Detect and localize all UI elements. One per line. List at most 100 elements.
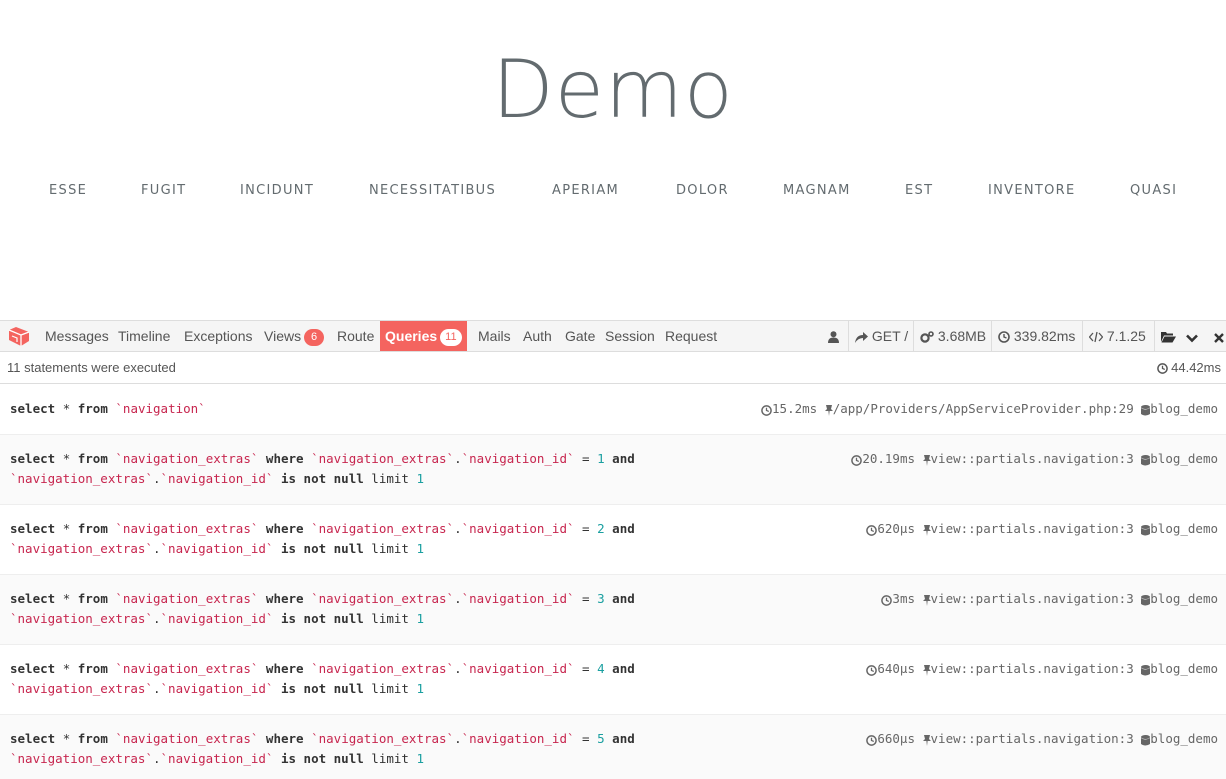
sql-token: = bbox=[582, 451, 590, 466]
query-connection: blog_demo bbox=[1150, 591, 1218, 606]
sql-number: 1 bbox=[416, 541, 424, 556]
user-status[interactable] bbox=[822, 321, 839, 351]
sql-keyword: is bbox=[280, 681, 297, 696]
tab-exceptions[interactable]: Exceptions bbox=[184, 321, 252, 351]
sql-keyword: select bbox=[10, 591, 56, 606]
query-statement[interactable]: select * from `navigation_extras` where … bbox=[0, 575, 1226, 645]
nav-link-incidunt[interactable]: Incidunt bbox=[240, 181, 314, 201]
query-statement[interactable]: select * from `navigation_extras` where … bbox=[0, 505, 1226, 575]
tab-timeline[interactable]: Timeline bbox=[118, 321, 170, 351]
clock-icon bbox=[866, 661, 878, 681]
sql-keyword: null bbox=[333, 751, 364, 766]
route-status[interactable]: GET / bbox=[848, 321, 908, 351]
thumbtack-icon bbox=[922, 521, 931, 541]
sql-token: * bbox=[62, 591, 71, 606]
sql-identifier: `navigation_extras` bbox=[10, 611, 153, 626]
query-statement[interactable]: select * from `navigation_extras` where … bbox=[0, 715, 1226, 779]
laravel-logo-icon[interactable] bbox=[8, 327, 30, 347]
nav-link-inventore[interactable]: Inventore bbox=[988, 181, 1076, 201]
query-meta: 3ms view::partials.navigation:3 blog_dem… bbox=[881, 589, 1218, 609]
sql-identifier: `navigation_extras` bbox=[115, 521, 259, 536]
query-statement[interactable]: select * from `navigation` 15.2ms /app/P… bbox=[0, 385, 1226, 435]
memory-status[interactable]: 3.68MB bbox=[913, 321, 986, 351]
tab-auth[interactable]: Auth bbox=[523, 321, 552, 351]
query-connection: blog_demo bbox=[1150, 731, 1218, 746]
share-icon bbox=[855, 323, 868, 353]
sql-identifier: `navigation_id` bbox=[160, 681, 274, 696]
sql-keyword: from bbox=[77, 401, 108, 416]
sql-number: 1 bbox=[416, 471, 424, 486]
nav-link-necessitatibus[interactable]: Necessitatibus bbox=[369, 181, 496, 201]
sql-text: select * from `navigation_extras` where … bbox=[10, 449, 710, 489]
php-version-status[interactable]: 7.1.25 bbox=[1082, 321, 1146, 351]
sql-token: . bbox=[153, 681, 161, 696]
tab-gate[interactable]: Gate bbox=[565, 321, 595, 351]
debugbar-header: Messages Timeline Exceptions Views 6 Rout… bbox=[0, 321, 1226, 352]
query-duration: 660μs bbox=[877, 731, 915, 746]
sql-keyword: is bbox=[280, 541, 297, 556]
nav-link-est[interactable]: Est bbox=[905, 181, 933, 201]
main-navigation: Esse Fugit Incidunt Necessitatibus Aperi… bbox=[0, 181, 1226, 201]
sql-keyword: null bbox=[333, 681, 364, 696]
nav-link-quasi[interactable]: Quasi bbox=[1130, 181, 1177, 201]
nav-link-magnam[interactable]: Magnam bbox=[783, 181, 851, 201]
tab-queries[interactable]: Queries 11 bbox=[380, 321, 467, 351]
query-meta: 660μs view::partials.navigation:3 blog_d… bbox=[866, 729, 1218, 749]
nav-link-fugit[interactable]: Fugit bbox=[141, 181, 186, 201]
close-icon[interactable] bbox=[1213, 323, 1224, 353]
query-connection: blog_demo bbox=[1150, 401, 1218, 416]
sql-identifier: `navigation_id` bbox=[461, 661, 575, 676]
sql-identifier: `navigation` bbox=[115, 401, 206, 416]
site-title: Demo bbox=[492, 43, 734, 136]
sql-number: 1 bbox=[416, 751, 424, 766]
query-duration: 20.19ms bbox=[862, 451, 915, 466]
query-statement[interactable]: select * from `navigation_extras` where … bbox=[0, 645, 1226, 715]
thumbtack-icon bbox=[922, 731, 931, 751]
sql-keyword: and bbox=[612, 661, 635, 676]
sql-token: * bbox=[62, 521, 71, 536]
sql-keyword: where bbox=[265, 521, 304, 536]
sql-keyword: select bbox=[10, 661, 56, 676]
thumbtack-icon bbox=[824, 401, 833, 421]
sql-keyword: select bbox=[10, 451, 56, 466]
tab-request[interactable]: Request bbox=[665, 321, 717, 351]
sql-identifier: `navigation_id` bbox=[461, 521, 575, 536]
sql-token: limit bbox=[371, 541, 409, 556]
sql-identifier: `navigation_extras` bbox=[311, 451, 455, 466]
tab-queries-label: Queries bbox=[385, 328, 438, 344]
sql-token: = bbox=[582, 591, 590, 606]
chevron-down-icon[interactable] bbox=[1185, 323, 1198, 353]
sql-token: * bbox=[62, 401, 71, 416]
tab-mails[interactable]: Mails bbox=[478, 321, 511, 351]
tab-session[interactable]: Session bbox=[605, 321, 655, 351]
sql-token: = bbox=[582, 521, 590, 536]
query-statement[interactable]: select * from `navigation_extras` where … bbox=[0, 435, 1226, 505]
sql-number: 5 bbox=[597, 731, 605, 746]
sql-keyword: null bbox=[333, 611, 364, 626]
route-value: GET / bbox=[871, 328, 909, 344]
sql-keyword: where bbox=[265, 661, 304, 676]
time-value: 339.82ms bbox=[1013, 328, 1076, 344]
tab-messages[interactable]: Messages bbox=[45, 321, 109, 351]
queries-summary: 11 statements were executed 44.42ms bbox=[0, 352, 1226, 384]
tab-route[interactable]: Route bbox=[337, 321, 374, 351]
sql-keyword: where bbox=[265, 731, 304, 746]
tab-views[interactable]: Views 6 bbox=[264, 321, 325, 351]
sql-keyword: from bbox=[77, 661, 108, 676]
sql-number: 4 bbox=[597, 661, 605, 676]
nav-link-aperiam[interactable]: Aperiam bbox=[552, 181, 619, 201]
time-status[interactable]: 339.82ms bbox=[991, 321, 1075, 351]
sql-token: = bbox=[582, 731, 590, 746]
clock-icon bbox=[866, 731, 878, 751]
sql-token: . bbox=[454, 591, 462, 606]
folder-open-icon[interactable] bbox=[1161, 323, 1176, 353]
sql-keyword: is bbox=[280, 751, 297, 766]
query-meta: 20.19ms view::partials.navigation:3 blog… bbox=[851, 449, 1218, 469]
sql-token: . bbox=[153, 611, 161, 626]
nav-link-dolor[interactable]: Dolor bbox=[676, 181, 729, 201]
nav-link-esse[interactable]: Esse bbox=[49, 181, 87, 201]
debugbar: Messages Timeline Exceptions Views 6 Rout… bbox=[0, 320, 1226, 779]
query-connection: blog_demo bbox=[1150, 661, 1218, 676]
query-source: view::partials.navigation:3 bbox=[930, 521, 1134, 536]
sql-identifier: `navigation_extras` bbox=[311, 521, 455, 536]
